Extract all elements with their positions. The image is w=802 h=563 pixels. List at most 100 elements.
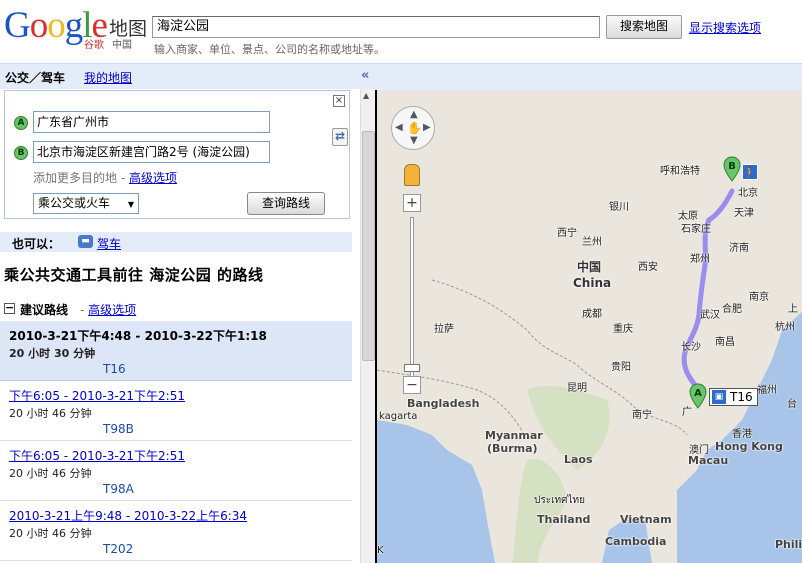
zoom-slider-track[interactable] [410, 217, 414, 380]
from-address-field[interactable]: 广东省广州市 [33, 111, 270, 133]
search-hint: 输入商家、单位、景点、公司的名称或地址等。 [154, 43, 385, 56]
travel-mode-value: 乘公交或火车 [38, 196, 111, 210]
city-label: 长沙 [681, 342, 701, 353]
city-label: 武汉 [700, 310, 720, 321]
train-label-text: T16 [730, 390, 753, 404]
city-label: 重庆 [613, 324, 633, 335]
route-option[interactable]: 下午6:05 - 2010-3-21下午2:51 20 小时 46 分钟 T98… [0, 441, 352, 501]
logo-guge-text: 谷歌 [84, 40, 104, 51]
city-label: 北京 [738, 188, 758, 199]
pan-left-icon[interactable]: ◀ [395, 122, 403, 133]
route-time: 2010-3-21下午4:48 - 2010-3-22下午1:18 [9, 329, 267, 343]
panel-tabbar: 公交／驾车 我的地图 « [0, 63, 375, 89]
pin-a-letter: A [694, 388, 702, 399]
city-label: 成都 [582, 309, 602, 320]
street-view-pegman-icon[interactable] [404, 164, 420, 186]
map-canvas[interactable]: ▲ ◀ ▶ ▼ ✋ + − 呼和浩特 北京 天津 银川 太原 石家庄 济南 西宁… [375, 90, 802, 563]
city-label: 西宁 [557, 228, 577, 239]
pan-down-icon[interactable]: ▼ [410, 135, 418, 146]
route-time-link[interactable]: 2010-3-21上午9:48 - 2010-3-22上午6:34 [9, 507, 247, 524]
hand-icon: ✋ [407, 121, 422, 135]
collapse-panel-icon[interactable]: « [361, 68, 369, 83]
city-label: Macau [688, 454, 729, 467]
route-option[interactable]: 2010-3-21上午9:48 - 2010-3-22上午6:34 20 小时 … [0, 501, 352, 561]
train-icon: ▣ [712, 390, 726, 404]
route-duration: 20 小时 46 分钟 [9, 467, 92, 480]
country-label-en: China [573, 276, 612, 290]
collapse-suggested-icon[interactable]: − [4, 302, 15, 314]
directions-form: × A 广东省广州市 ⇄ B 北京市海淀区新建宫门路2号 (海淀公园) 添加更多… [4, 90, 350, 219]
chevron-down-icon: ▼ [127, 200, 134, 209]
zoom-out-button[interactable]: − [403, 376, 421, 394]
city-label: 西安 [638, 262, 658, 273]
zoom-slider-thumb[interactable] [404, 364, 420, 372]
city-label: 香港 [732, 429, 752, 440]
directions-panel: 公交／驾车 我的地图 « × A 广东省广州市 ⇄ B 北京市海淀区新建宫门路2… [0, 63, 375, 563]
tab-my-maps[interactable]: 我的地图 [84, 69, 132, 86]
city-label: 郑州 [690, 254, 710, 265]
city-label: 南宁 [632, 410, 652, 421]
search-map-button[interactable]: 搜索地图 [606, 15, 682, 39]
city-label: 呼和浩特 [660, 166, 700, 177]
pan-control[interactable]: ▲ ◀ ▶ ▼ ✋ [391, 106, 435, 150]
city-label: 台 [787, 399, 797, 410]
route-time-link[interactable]: 下午6:05 - 2010-3-21下午2:51 [9, 387, 185, 404]
city-label: 南京 [749, 292, 769, 303]
marker-a-icon: A [14, 116, 28, 130]
route-title: 乘公共交通工具前往 海淀公园 的路线 [4, 266, 264, 284]
swap-addresses-icon[interactable]: ⇄ [332, 128, 348, 146]
google-maps-logo[interactable]: Google 地图 谷歌 中国 [4, 6, 152, 54]
car-icon: ▬ [78, 235, 93, 248]
route-duration: 20 小时 46 分钟 [9, 407, 92, 420]
close-icon[interactable]: × [333, 95, 345, 107]
route-option[interactable]: 2010-3-21下午4:48 - 2010-3-22下午1:18 20 小时 … [0, 321, 352, 381]
show-search-options-link[interactable]: 显示搜索选项 [689, 19, 761, 36]
city-label: 昆明 [567, 383, 587, 394]
marker-b-icon: B [14, 146, 28, 160]
suggested-advanced: - 高级选项 [80, 303, 137, 317]
logo-china-text: 中国 [112, 40, 132, 51]
country-label: Laos [564, 453, 593, 466]
route-time-link[interactable]: 下午6:05 - 2010-3-21下午2:51 [9, 447, 185, 464]
zoom-in-button[interactable]: + [403, 194, 421, 212]
city-label: 南昌 [715, 337, 735, 348]
drive-link[interactable]: 驾车 [97, 235, 121, 252]
country-label: Myanmar [485, 429, 543, 442]
to-address-field[interactable]: 北京市海淀区新建宫门路2号 (海淀公园) [33, 141, 270, 163]
alternative-row: 也可以： ▬ 驾车 [0, 232, 352, 252]
advanced-options-link[interactable]: 高级选项 [129, 169, 177, 186]
travel-mode-select[interactable]: 乘公交或火车 ▼ [33, 193, 139, 214]
pin-b-letter: B [728, 161, 736, 172]
panel-scrollbar[interactable]: ▲ [360, 89, 375, 563]
route-train: T202 [103, 542, 134, 556]
pin-b-icon[interactable]: B [723, 156, 741, 182]
city-label: 济南 [729, 243, 749, 254]
city-label: 石家庄 [681, 224, 711, 235]
search-input[interactable]: 海淀公园 [152, 16, 600, 38]
route-option[interactable]: 下午6:05 - 2010-3-21下午2:51 20 小时 46 分钟 T98… [0, 381, 352, 441]
city-label: 天津 [734, 208, 754, 219]
pan-up-icon[interactable]: ▲ [410, 109, 418, 120]
city-label: 合肥 [722, 304, 742, 315]
city-label: 银川 [609, 202, 629, 213]
pin-a-icon[interactable]: A [689, 383, 707, 409]
walk-icon: 🚶 [742, 164, 758, 180]
city-label: 杭州 [775, 322, 795, 333]
country-label: (Burma) [487, 442, 538, 455]
city-label: 拉萨 [434, 324, 454, 335]
scroll-up-icon[interactable]: ▲ [363, 91, 369, 100]
country-label: Vietnam [620, 513, 672, 526]
pan-right-icon[interactable]: ▶ [423, 122, 431, 133]
country-label: Phili [775, 538, 802, 551]
train-label[interactable]: ▣ T16 [709, 388, 758, 406]
scrollbar-thumb[interactable] [362, 131, 375, 361]
route-train: T98B [103, 422, 134, 436]
country-label: Cambodia [605, 535, 667, 548]
map-top-strip [375, 63, 802, 90]
tab-directions[interactable]: 公交／驾车 [5, 69, 65, 86]
suggested-advanced-link[interactable]: 高级选项 [88, 303, 136, 317]
city-label: Hong Kong [715, 440, 783, 453]
get-directions-button[interactable]: 查询路线 [247, 192, 325, 215]
add-destination-text: 添加更多目的地 - [33, 171, 126, 185]
city-label: kagarta [379, 411, 418, 422]
